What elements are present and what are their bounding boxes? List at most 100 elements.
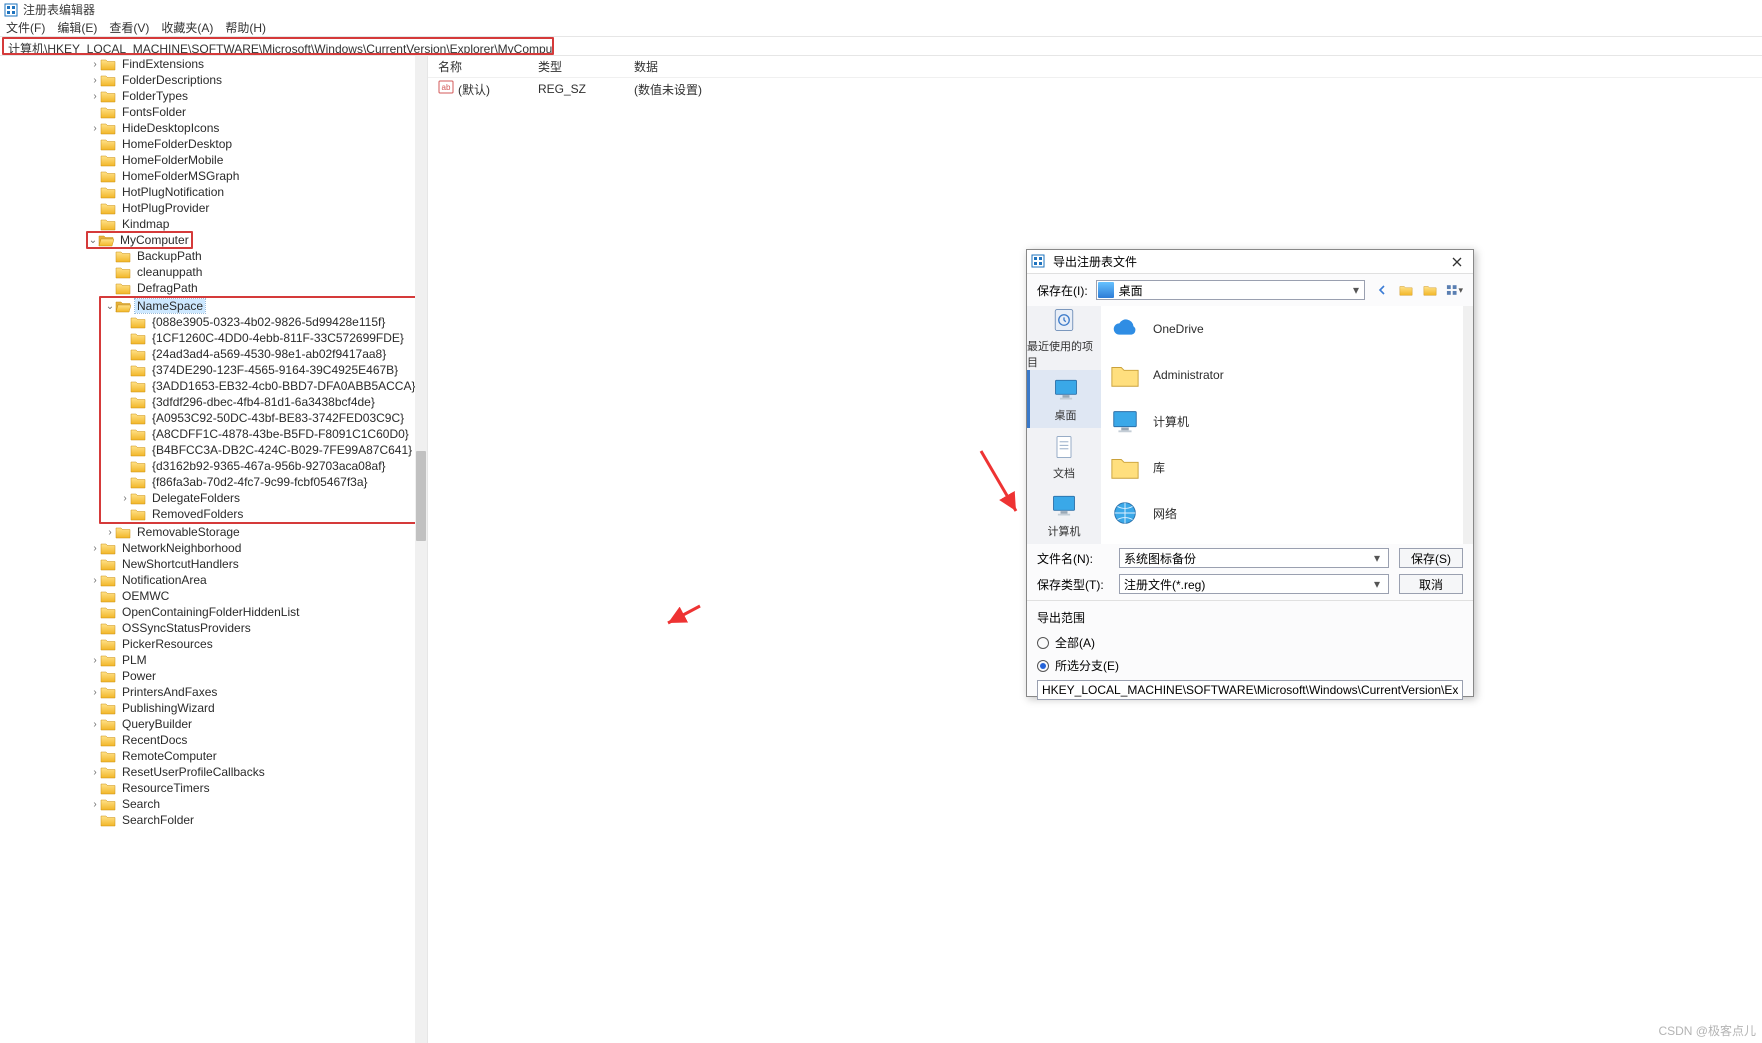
- tree-item[interactable]: ›HideDesktopIcons: [0, 120, 427, 136]
- file-item[interactable]: 网络: [1101, 490, 1473, 536]
- views-icon[interactable]: ▾: [1445, 281, 1463, 299]
- chevron-down-icon[interactable]: ⌄: [105, 301, 115, 312]
- tree-item[interactable]: {d3162b92-9365-467a-956b-92703aca08af}: [101, 458, 423, 474]
- menu-fav[interactable]: 收藏夹(A): [161, 19, 213, 36]
- tree-item[interactable]: RecentDocs: [0, 732, 427, 748]
- chevron-right-icon[interactable]: ›: [90, 91, 100, 102]
- chevron-down-icon[interactable]: ⌄: [88, 235, 98, 246]
- back-icon[interactable]: [1373, 281, 1391, 299]
- tree-item[interactable]: NewShortcutHandlers: [0, 556, 427, 572]
- tree-item[interactable]: Kindmap: [0, 216, 427, 232]
- tree-item[interactable]: {f86fa3ab-70d2-4fc7-9c99-fcbf05467f3a}: [101, 474, 423, 490]
- chevron-right-icon[interactable]: ›: [105, 527, 115, 538]
- tree-item[interactable]: OSSyncStatusProviders: [0, 620, 427, 636]
- tree-item[interactable]: PublishingWizard: [0, 700, 427, 716]
- col-type[interactable]: 类型: [538, 58, 634, 75]
- menu-file[interactable]: 文件(F): [6, 19, 45, 36]
- tree-item[interactable]: {A8CDFF1C-4878-43be-B5FD-F8091C1C60D0}: [101, 426, 423, 442]
- new-folder-icon[interactable]: [1421, 281, 1439, 299]
- filetype-combo[interactable]: 注册文件(*.reg)▾: [1119, 574, 1389, 594]
- tree-item[interactable]: ›NotificationArea: [0, 572, 427, 588]
- browser-scrollbar[interactable]: [1463, 306, 1473, 544]
- tree-item[interactable]: ›PrintersAndFaxes: [0, 684, 427, 700]
- tree-item[interactable]: BackupPath: [0, 248, 427, 264]
- tree-item[interactable]: {1CF1260C-4DD0-4ebb-811F-33C572699FDE}: [101, 330, 423, 346]
- tree-item[interactable]: ›DelegateFolders: [101, 490, 423, 506]
- tree-item[interactable]: ›FindExtensions: [0, 56, 427, 72]
- tree-item[interactable]: RemoteComputer: [0, 748, 427, 764]
- menu-edit[interactable]: 编辑(E): [57, 19, 97, 36]
- save-in-combo[interactable]: 桌面 ▾: [1096, 280, 1365, 300]
- dialog-titlebar[interactable]: 导出注册表文件: [1027, 250, 1473, 274]
- col-name[interactable]: 名称: [438, 58, 538, 75]
- tree-item[interactable]: HotPlugProvider: [0, 200, 427, 216]
- places-desktop[interactable]: 桌面: [1027, 370, 1101, 428]
- address-bar[interactable]: 计算机\HKEY_LOCAL_MACHINE\SOFTWARE\Microsof…: [2, 37, 554, 55]
- tree-item[interactable]: {B4BFCC3A-DB2C-424C-B029-7FE99A87C641}: [101, 442, 423, 458]
- branch-path-input[interactable]: [1037, 680, 1463, 700]
- tree-item[interactable]: ›ResetUserProfileCallbacks: [0, 764, 427, 780]
- chevron-right-icon[interactable]: ›: [90, 75, 100, 86]
- chevron-right-icon[interactable]: ›: [90, 767, 100, 778]
- tree-item[interactable]: DefragPath: [0, 280, 427, 296]
- chevron-right-icon[interactable]: ›: [90, 575, 100, 586]
- cancel-button[interactable]: 取消: [1399, 574, 1463, 594]
- chevron-right-icon[interactable]: ›: [90, 687, 100, 698]
- tree-item[interactable]: cleanuppath: [0, 264, 427, 280]
- chevron-right-icon[interactable]: ›: [90, 719, 100, 730]
- tree-item[interactable]: RemovedFolders: [101, 506, 423, 522]
- chevron-right-icon[interactable]: ›: [90, 799, 100, 810]
- file-item[interactable]: 库: [1101, 444, 1473, 490]
- tree-item[interactable]: ›FolderTypes: [0, 88, 427, 104]
- tree-item[interactable]: {24ad3ad4-a569-4530-98e1-ab02f9417aa8}: [101, 346, 423, 362]
- file-item[interactable]: OneDrive: [1101, 306, 1473, 352]
- tree-item[interactable]: HomeFolderDesktop: [0, 136, 427, 152]
- tree-item[interactable]: ResourceTimers: [0, 780, 427, 796]
- tree-item[interactable]: ›NetworkNeighborhood: [0, 540, 427, 556]
- save-button[interactable]: 保存(S): [1399, 548, 1463, 568]
- tree-item[interactable]: {088e3905-0323-4b02-9826-5d99428e115f}: [101, 314, 423, 330]
- tree-item[interactable]: HomeFolderMobile: [0, 152, 427, 168]
- tree-item[interactable]: HotPlugNotification: [0, 184, 427, 200]
- places-recent[interactable]: 最近使用的项目: [1027, 306, 1101, 370]
- chevron-right-icon[interactable]: ›: [90, 655, 100, 666]
- radio-all[interactable]: 全部(A): [1037, 634, 1463, 651]
- places-docs[interactable]: 文档: [1027, 428, 1101, 486]
- value-list[interactable]: 名称 类型 数据 (默认) REG_SZ (数值未设置) 导出注册表文件 保存在…: [428, 56, 1762, 1043]
- tree-item[interactable]: ›Search: [0, 796, 427, 812]
- tree-item[interactable]: ›PLM: [0, 652, 427, 668]
- tree-item[interactable]: {3ADD1653-EB32-4cb0-BBD7-DFA0ABB5ACCA}: [101, 378, 423, 394]
- file-browser[interactable]: OneDriveAdministrator计算机库网络: [1101, 306, 1473, 544]
- tree-item[interactable]: ›FolderDescriptions: [0, 72, 427, 88]
- chevron-right-icon[interactable]: ›: [90, 123, 100, 134]
- menu-view[interactable]: 查看(V): [109, 19, 149, 36]
- registry-tree[interactable]: ›FindExtensions›FolderDescriptions›Folde…: [0, 56, 428, 1043]
- tree-scrollbar[interactable]: [415, 56, 427, 1043]
- tree-item[interactable]: ⌄NameSpace: [101, 298, 423, 314]
- close-button[interactable]: [1445, 252, 1469, 272]
- value-row[interactable]: (默认) REG_SZ (数值未设置): [428, 78, 1762, 100]
- tree-item[interactable]: PickerResources: [0, 636, 427, 652]
- tree-item[interactable]: ›RemovableStorage: [0, 524, 427, 540]
- tree-item[interactable]: ⌄MyComputer: [0, 232, 427, 248]
- tree-item[interactable]: OpenContainingFolderHiddenList: [0, 604, 427, 620]
- file-item[interactable]: Administrator: [1101, 352, 1473, 398]
- menu-help[interactable]: 帮助(H): [225, 19, 266, 36]
- tree-item[interactable]: Power: [0, 668, 427, 684]
- filename-input[interactable]: 系统图标备份▾: [1119, 548, 1389, 568]
- places-pc[interactable]: 计算机: [1027, 486, 1101, 544]
- col-data[interactable]: 数据: [634, 58, 1762, 75]
- radio-branch[interactable]: 所选分支(E): [1037, 657, 1463, 674]
- tree-item[interactable]: FontsFolder: [0, 104, 427, 120]
- tree-item[interactable]: OEMWC: [0, 588, 427, 604]
- file-item[interactable]: 计算机: [1101, 398, 1473, 444]
- chevron-right-icon[interactable]: ›: [120, 493, 130, 504]
- tree-item[interactable]: ›QueryBuilder: [0, 716, 427, 732]
- up-folder-icon[interactable]: [1397, 281, 1415, 299]
- tree-item[interactable]: {A0953C92-50DC-43bf-BE83-3742FED03C9C}: [101, 410, 423, 426]
- tree-item[interactable]: SearchFolder: [0, 812, 427, 828]
- tree-item[interactable]: HomeFolderMSGraph: [0, 168, 427, 184]
- tree-item[interactable]: {374DE290-123F-4565-9164-39C4925E467B}: [101, 362, 423, 378]
- chevron-right-icon[interactable]: ›: [90, 543, 100, 554]
- tree-item[interactable]: {3dfdf296-dbec-4fb4-81d1-6a3438bcf4de}: [101, 394, 423, 410]
